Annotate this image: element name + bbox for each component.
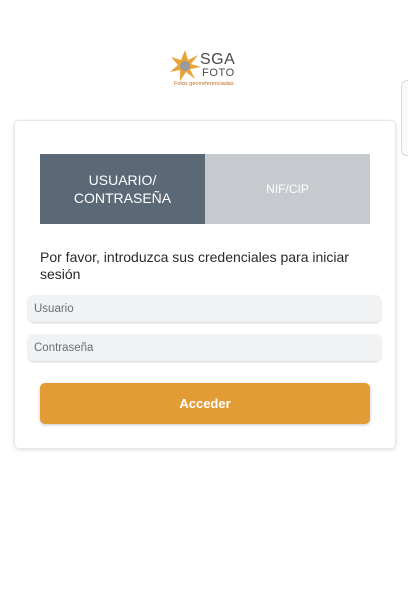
tab-user-password[interactable]: USUARIO/ CONTRASEÑA — [40, 154, 205, 224]
login-card: USUARIO/ CONTRASEÑA NIF/CIP Por favor, i… — [14, 120, 396, 449]
login-instructions: Por favor, introduzca sus credenciales p… — [40, 249, 349, 282]
username-input[interactable] — [28, 295, 381, 322]
logo-wordmark-bottom: FOTO — [202, 67, 235, 79]
password-input[interactable] — [28, 334, 381, 361]
tab-nif-cip[interactable]: NIF/CIP — [205, 154, 370, 224]
login-button[interactable]: Acceder — [40, 383, 370, 424]
logo-burst-icon — [170, 50, 201, 81]
app-logo: SGA FOTO Fotos georreferenciadas — [168, 48, 246, 92]
side-drawer-handle[interactable] — [401, 80, 408, 156]
logo-tagline: Fotos georreferenciadas — [174, 81, 234, 87]
login-method-tabs: USUARIO/ CONTRASEÑA NIF/CIP — [40, 154, 370, 224]
logo-wordmark-top: SGA — [200, 51, 236, 68]
